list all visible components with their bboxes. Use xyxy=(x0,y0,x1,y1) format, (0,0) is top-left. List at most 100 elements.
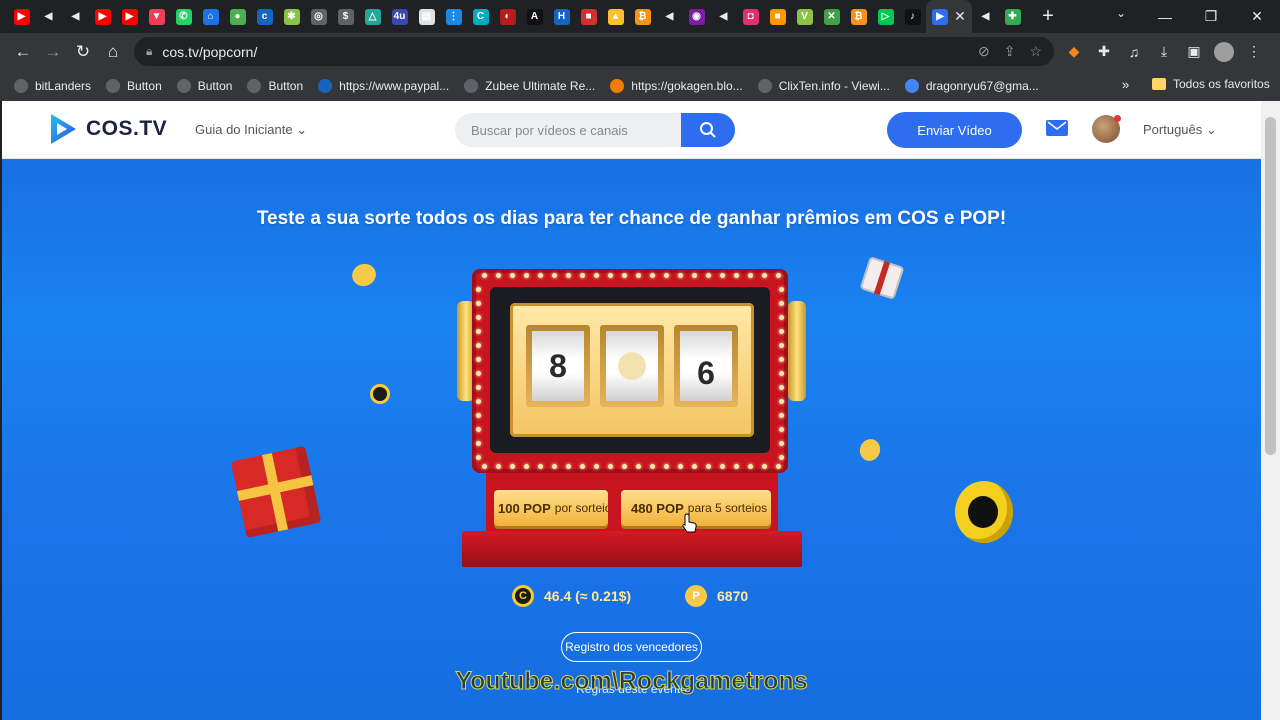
back-icon[interactable]: ← xyxy=(8,42,38,62)
download-icon[interactable]: ⤓ xyxy=(1154,43,1174,60)
browser-tab[interactable]: ▲ xyxy=(602,0,629,33)
bookmark-item[interactable]: dragonryu67@gma... xyxy=(904,78,1039,93)
site-icon: ▲ xyxy=(607,8,624,25)
scrollbar-thumb[interactable] xyxy=(1265,117,1276,455)
browser-tab[interactable]: ✆ xyxy=(170,0,197,33)
gift-box-decoration-icon xyxy=(859,256,905,300)
bookmark-item[interactable]: ClixTen.info - Viewi... xyxy=(757,78,890,93)
browser-tab[interactable]: H xyxy=(548,0,575,33)
browser-tab[interactable]: ◘ xyxy=(737,0,764,33)
browser-tab[interactable]: ◉ xyxy=(683,0,710,33)
browser-tab[interactable]: ✱ xyxy=(278,0,305,33)
browser-tab[interactable]: ♪ xyxy=(899,0,926,33)
browser-tab[interactable]: V xyxy=(791,0,818,33)
browser-tab[interactable]: ■ xyxy=(575,0,602,33)
forward-icon[interactable]: → xyxy=(38,42,68,62)
browser-tab[interactable]: ◀ xyxy=(972,0,999,33)
browser-tab[interactable]: ▶ xyxy=(89,0,116,33)
reload-icon[interactable]: ↻ xyxy=(68,42,98,62)
menu-icon[interactable]: ⋮ xyxy=(1244,43,1264,60)
light-bulb xyxy=(779,385,784,390)
all-bookmarks-folder[interactable]: Todos os favoritos xyxy=(1152,77,1270,91)
browser-tab[interactable]: ✕ xyxy=(818,0,845,33)
browser-tab[interactable]: ◐ xyxy=(494,0,521,33)
browser-tab[interactable]: ◀ xyxy=(35,0,62,33)
browser-tab[interactable]: ▤ xyxy=(413,0,440,33)
page-scrollbar[interactable] xyxy=(1261,101,1280,720)
language-selector[interactable]: Português ⌄ xyxy=(1143,122,1217,138)
browser-tab[interactable]: ◀ xyxy=(656,0,683,33)
eye-off-icon[interactable]: ⊘ xyxy=(978,43,990,60)
light-bulb xyxy=(762,273,767,278)
metamask-icon[interactable]: ◆ xyxy=(1064,43,1084,60)
browser-tab[interactable]: $ xyxy=(332,0,359,33)
bookmark-star-icon[interactable]: ☆ xyxy=(1029,43,1042,60)
browser-tab[interactable]: ◀ xyxy=(62,0,89,33)
extensions-icon[interactable]: ✚ xyxy=(1094,43,1114,60)
browser-tab[interactable]: ₿ xyxy=(845,0,872,33)
bookmark-item[interactable]: https://gokagen.blo... xyxy=(610,78,743,93)
lock-icon[interactable]: 🔒︎ xyxy=(146,44,152,59)
browser-tab[interactable]: ₿ xyxy=(629,0,656,33)
media-control-icon[interactable]: ♫ xyxy=(1124,44,1144,60)
browser-tab[interactable]: c xyxy=(251,0,278,33)
pop-coin-icon: P xyxy=(685,585,707,607)
bookmark-item[interactable]: Button xyxy=(176,78,232,93)
address-bar[interactable]: 🔒︎ cos.tv/popcorn/ ⊘ ⇪ ☆ xyxy=(134,37,1054,66)
search-input[interactable] xyxy=(455,113,683,147)
light-bulb xyxy=(594,464,599,469)
tab-search-icon[interactable]: ⌄ xyxy=(1116,6,1126,20)
browser-tab[interactable]: 4u xyxy=(386,0,413,33)
upload-video-button[interactable]: Enviar Vídeo xyxy=(887,112,1022,148)
close-tab-icon[interactable]: ✕ xyxy=(954,8,966,25)
winners-record-button[interactable]: Registro dos vencedores xyxy=(561,632,702,662)
side-panel-icon[interactable]: ▣ xyxy=(1184,43,1204,60)
browser-tab[interactable]: ■ xyxy=(764,0,791,33)
browser-tab[interactable]: ⌂ xyxy=(197,0,224,33)
bookmark-item[interactable]: Button xyxy=(106,78,162,93)
browser-tab[interactable]: △ xyxy=(359,0,386,33)
browser-tab[interactable]: A xyxy=(521,0,548,33)
bookmark-item[interactable]: Zubee Ultimate Re... xyxy=(464,78,595,93)
site-icon: △ xyxy=(364,8,381,25)
restore-button[interactable]: ❐ xyxy=(1188,8,1234,25)
bookmark-item[interactable]: https://www.paypal... xyxy=(318,78,449,93)
browser-tab[interactable]: ▶ xyxy=(8,0,35,33)
globe-icon xyxy=(106,78,121,93)
site-icon: ▤ xyxy=(418,8,435,25)
minimize-button[interactable]: — xyxy=(1142,9,1188,25)
light-bulb xyxy=(706,464,711,469)
single-draw-button[interactable]: 100 POP por sorteio xyxy=(494,490,608,526)
new-tab-button[interactable]: + xyxy=(1036,5,1060,28)
share-icon[interactable]: ⇪ xyxy=(1004,43,1016,60)
profile-icon[interactable] xyxy=(1214,41,1234,62)
browser-tab[interactable]: ● xyxy=(224,0,251,33)
more-bookmarks-button[interactable]: » xyxy=(1122,77,1129,92)
browser-tab[interactable]: C xyxy=(467,0,494,33)
browser-tab[interactable]: ◀ xyxy=(710,0,737,33)
bookmark-item[interactable]: Button xyxy=(247,78,303,93)
site-icon: ⋮ xyxy=(445,8,462,25)
avatar[interactable] xyxy=(1092,115,1121,143)
light-bulb xyxy=(496,464,501,469)
page-viewport: COS.TV Guia do Iniciante ⌄ Enviar Vídeo … xyxy=(2,101,1261,720)
browser-tab[interactable]: ✚ xyxy=(999,0,1026,33)
hand-cursor-icon xyxy=(682,513,697,533)
search-button[interactable] xyxy=(681,113,735,147)
active-tab[interactable]: ▶ ✕ xyxy=(926,0,972,33)
beginner-guide-menu[interactable]: Guia do Iniciante ⌄ xyxy=(195,122,307,138)
home-icon[interactable]: ⌂ xyxy=(98,42,128,62)
browser-tab[interactable]: ⋮ xyxy=(440,0,467,33)
browser-tab[interactable]: ▼ xyxy=(143,0,170,33)
browser-tab[interactable]: ▷ xyxy=(872,0,899,33)
blogger-icon xyxy=(610,78,625,93)
bookmark-item[interactable]: bitLanders xyxy=(14,78,91,93)
browser-tab[interactable]: ▶ xyxy=(116,0,143,33)
light-bulb xyxy=(664,464,669,469)
close-window-button[interactable]: ✕ xyxy=(1234,8,1280,25)
site-icon: 4u xyxy=(391,8,408,25)
site-icon: ✱ xyxy=(283,8,300,25)
site-logo[interactable]: COS.TV xyxy=(48,112,167,146)
browser-tab[interactable]: ◎ xyxy=(305,0,332,33)
mail-icon[interactable] xyxy=(1046,120,1068,136)
